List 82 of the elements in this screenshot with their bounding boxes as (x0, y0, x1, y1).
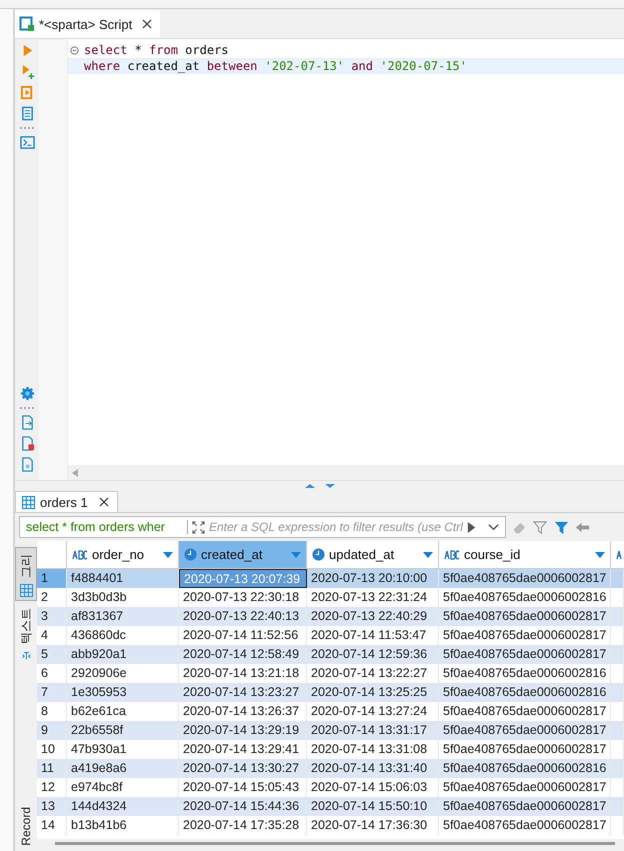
table-cell: 2020-07-14 15:50:10 (307, 797, 439, 816)
code-line: select * from orders (68, 42, 624, 58)
script-icon (19, 16, 35, 32)
collapse-icon[interactable] (70, 46, 79, 56)
row-number[interactable]: 13 (37, 797, 67, 816)
view-tab[interactable]: 텍스트 (15, 601, 37, 665)
left-arrow-icon[interactable] (72, 468, 78, 476)
table-cell: 2020-07-13 22:40:13 (179, 607, 307, 626)
table-cell: 2020-07-14 17:36:30 (307, 816, 439, 835)
row-number[interactable]: 14 (37, 816, 67, 835)
table-cell: 5f0ae408765dae0006002817 (439, 607, 611, 626)
view-tab[interactable]: 그리 (15, 547, 37, 601)
filter-icon[interactable] (554, 520, 569, 534)
script-run-icon[interactable] (20, 85, 34, 100)
table-cell: 1e305953 (67, 683, 179, 702)
close-icon[interactable] (98, 497, 109, 507)
table-cell: 2020-07-14 13:31:40 (307, 759, 439, 778)
column-header[interactable]: updated_at (307, 541, 439, 568)
table-cell: a419e8a6 (67, 759, 179, 778)
clock-icon (312, 548, 325, 561)
query-text: select * from orders wher (26, 520, 188, 534)
table-cell: 5f0ae408765dae0006002817 (439, 645, 611, 664)
table-cell: 5f0ae408765dae0006002817 (439, 816, 611, 835)
row-number[interactable]: 9 (37, 721, 67, 740)
row-number[interactable]: 11 (37, 759, 67, 778)
history-dropdown-icon[interactable] (488, 522, 499, 532)
close-icon[interactable] (142, 19, 152, 29)
export-icon[interactable] (20, 415, 34, 430)
table-cell: 5f0ae408765dae0006002817 (439, 721, 611, 740)
grid-icon (20, 584, 32, 597)
table-cell: 2020-07-14 13:25:25 (307, 683, 439, 702)
results-tab[interactable]: orders 1 (15, 491, 118, 512)
document-icon[interactable] (20, 106, 34, 121)
text-type-icon (72, 550, 88, 560)
table-cell: 2020-07-14 12:58:49 (179, 645, 307, 664)
table-cell: 2020-07-13 20:10:00 (307, 569, 439, 588)
text-icon (22, 650, 30, 661)
table-cell: 5f0ae408765dae0006002817 (439, 797, 611, 816)
variables-file-icon[interactable] (20, 457, 34, 472)
error-file-icon[interactable] (20, 436, 34, 451)
table-cell (611, 569, 624, 588)
table-cell: 2020-07-14 13:31:17 (307, 721, 439, 740)
table-cell: b13b41b6 (67, 816, 179, 835)
terminal-icon[interactable] (20, 135, 34, 150)
table-cell: 5f0ae408765dae0006002817 (439, 569, 611, 588)
table-cell: 144d4324 (67, 797, 179, 816)
row-number[interactable]: 7 (37, 683, 67, 702)
table-cell: abb920a1 (67, 645, 179, 664)
filter-settings-icon[interactable] (533, 520, 548, 534)
maximize-arrows-icon[interactable] (304, 483, 334, 489)
settings-icon[interactable] (20, 386, 34, 401)
table-icon (22, 496, 35, 508)
table-cell: 2020-07-14 15:44:36 (179, 797, 307, 816)
record-tab[interactable]: Record (18, 804, 34, 849)
clock-icon (184, 548, 197, 561)
table-cell: f4884401 (67, 569, 179, 588)
text-type-icon (444, 550, 460, 560)
row-number[interactable]: 1 (37, 569, 67, 588)
table-cell: 2020-07-14 12:59:36 (307, 645, 439, 664)
table-cell: 5f0ae408765dae0006002816 (439, 683, 611, 702)
table-cell: 2020-07-14 13:30:27 (179, 759, 307, 778)
column-header[interactable]: course_id (439, 541, 611, 568)
table-cell: 2020-07-14 13:23:27 (179, 683, 307, 702)
table-cell: 2020-07-14 13:29:19 (179, 721, 307, 740)
apply-arrow-icon[interactable] (467, 522, 476, 532)
table-cell: 2020-07-13 20:07:39 (179, 569, 307, 588)
scrollbar-thumb[interactable] (55, 842, 615, 845)
table-cell: 22b6558f (67, 721, 179, 740)
table-cell: af831367 (67, 607, 179, 626)
table-cell: 2020-07-13 22:40:29 (307, 607, 439, 626)
column-header[interactable]: created_at (179, 541, 307, 568)
editor-tab[interactable]: *<sparta> Script (15, 10, 160, 38)
row-number[interactable]: 5 (37, 645, 67, 664)
table-cell: 5f0ae408765dae0006002816 (439, 759, 611, 778)
row-number[interactable]: 3 (37, 607, 67, 626)
dropdown-icon[interactable] (291, 552, 301, 558)
table-cell: 2020-07-14 17:35:28 (179, 816, 307, 835)
dropdown-icon[interactable] (163, 552, 173, 558)
dropdown-icon[interactable] (595, 552, 605, 558)
dropdown-icon[interactable] (423, 552, 433, 558)
expand-icon[interactable] (192, 520, 205, 534)
scrollbar[interactable] (68, 465, 624, 480)
